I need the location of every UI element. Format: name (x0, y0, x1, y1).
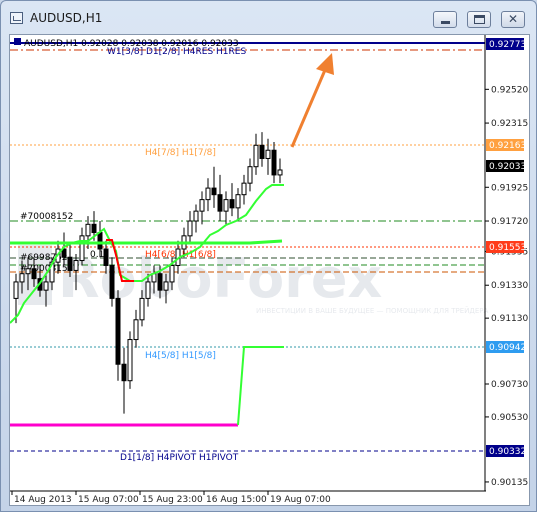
price-box-current: 0.92033 (486, 160, 526, 172)
price-box-current-text: 0.92033 (489, 162, 526, 172)
candle-body (193, 210, 199, 222)
watermark-subtext: ИНВЕСТИЦИИ В ВАШЕ БУДУЩЕЕ — ПОМОЩНИК ДЛЯ… (256, 306, 489, 315)
close-button[interactable]: ✕ (501, 11, 525, 28)
candle-body (241, 182, 247, 196)
price-tick-label: 0.92315 (491, 119, 528, 129)
candle-body (163, 281, 169, 291)
maximize-button[interactable] (467, 11, 491, 28)
price-box-h4-5-8: 0.90942 (486, 341, 526, 353)
candle-body (265, 149, 271, 159)
time-tick-label: 16 Aug 15:00 (206, 495, 267, 505)
price-tick-label: 0.90530 (491, 413, 528, 423)
candle-body (235, 194, 241, 209)
time-tick-label: 14 Aug 2013 (14, 495, 72, 505)
price-box-d1-1-8-text: 0.90332 (489, 447, 526, 457)
candle-body (73, 260, 79, 271)
candle-body (121, 363, 127, 382)
chart-area[interactable]: RoboForex ИНВЕСТИЦИИ В ВАШЕ БУДУЩЕЕ — ПО… (9, 34, 530, 506)
minimize-button[interactable] (433, 11, 457, 28)
candle-body (187, 220, 193, 237)
candle-body (91, 223, 97, 234)
candle-body (253, 144, 259, 168)
price-chart[interactable]: RoboForex ИНВЕСТИЦИИ В ВАШЕ БУДУЩЕЕ — ПО… (10, 35, 531, 507)
candle-body (139, 297, 145, 321)
candle-body (127, 339, 133, 382)
level-label-w1: W1[3/8] D1[2/8] H4RES H1RES (107, 47, 246, 57)
candle-body (13, 281, 19, 299)
level-label-h4-7-8: H4[7/8] H1[7/8] (145, 148, 216, 158)
price-tick-label: 0.90135 (491, 478, 528, 488)
candle-body (97, 232, 103, 250)
minimize-icon (441, 21, 450, 24)
time-axis-ticks: 14 Aug 2013 15 Aug 07:00 15 Aug 23:00 16 Au… (11, 491, 331, 505)
candle-body (277, 169, 283, 176)
candle-body (67, 256, 73, 271)
maximize-icon (474, 15, 485, 24)
level-label-h4-5-8: H4[5/8] H1[5/8] (145, 351, 216, 361)
price-box-h4-6-8: 0.91553 (486, 241, 526, 253)
price-box-h4-7-8: 0.92163 (486, 139, 526, 151)
candle-body (79, 235, 85, 262)
candle-body (103, 248, 109, 266)
close-icon: ✕ (507, 12, 519, 26)
time-tick-label: 15 Aug 07:00 (78, 495, 139, 505)
price-box-d1-1-8: 0.90332 (486, 445, 526, 457)
candle-body (199, 199, 205, 212)
side-label-a: #70008152 (20, 212, 73, 222)
price-tick-label: 0.91925 (491, 183, 528, 193)
candle-body (157, 273, 163, 291)
candle-body (31, 268, 37, 280)
window-title: AUDUSD,H1 (30, 11, 103, 25)
candle-body (133, 319, 139, 341)
candle-body (109, 264, 115, 299)
chart-window-icon (10, 12, 23, 24)
candle-body (115, 297, 121, 365)
level-label-d1-1-8: D1[1/8] H4PIVOT H1PIVOT (120, 453, 239, 463)
side-label-d: 0.1 (90, 250, 104, 260)
candle-body (205, 187, 211, 201)
chart-window: AUDUSD,H1 ✕ RoboForex ИНВЕСТИЦИИ В ВАШЕ … (0, 0, 537, 512)
candle-body (85, 223, 91, 237)
candle-body (145, 281, 151, 299)
price-box-h4-6-8-text: 0.91553 (489, 243, 526, 253)
price-tick-label: 0.90730 (491, 380, 528, 390)
candle-body (43, 281, 49, 291)
candle-body (217, 194, 223, 212)
time-tick-label: 19 Aug 07:00 (270, 495, 331, 505)
candle-body (25, 268, 31, 275)
candle-body (223, 199, 229, 212)
candle-body (211, 187, 217, 196)
price-box-w1-text: 0.92773 (489, 40, 526, 50)
price-box-h4-5-8-text: 0.90942 (489, 343, 526, 353)
price-tick-label: 0.91130 (491, 314, 528, 324)
candle-body (247, 166, 253, 184)
price-tick-label: 0.91720 (491, 217, 528, 227)
price-tick-label: 0.92520 (491, 85, 528, 95)
candle-body (259, 144, 265, 159)
candle-body (19, 273, 25, 283)
symbol-marker (14, 38, 21, 45)
title-bar[interactable]: AUDUSD,H1 ✕ (1, 1, 536, 35)
candle-body (169, 264, 175, 283)
price-box-h4-7-8-text: 0.92163 (489, 141, 526, 151)
price-box-w1: 0.92773 (486, 38, 526, 50)
time-tick-label: 15 Aug 23:00 (142, 495, 203, 505)
candle-body (229, 199, 235, 209)
candle-body (271, 149, 277, 176)
price-tick-label: 0.91330 (491, 281, 528, 291)
